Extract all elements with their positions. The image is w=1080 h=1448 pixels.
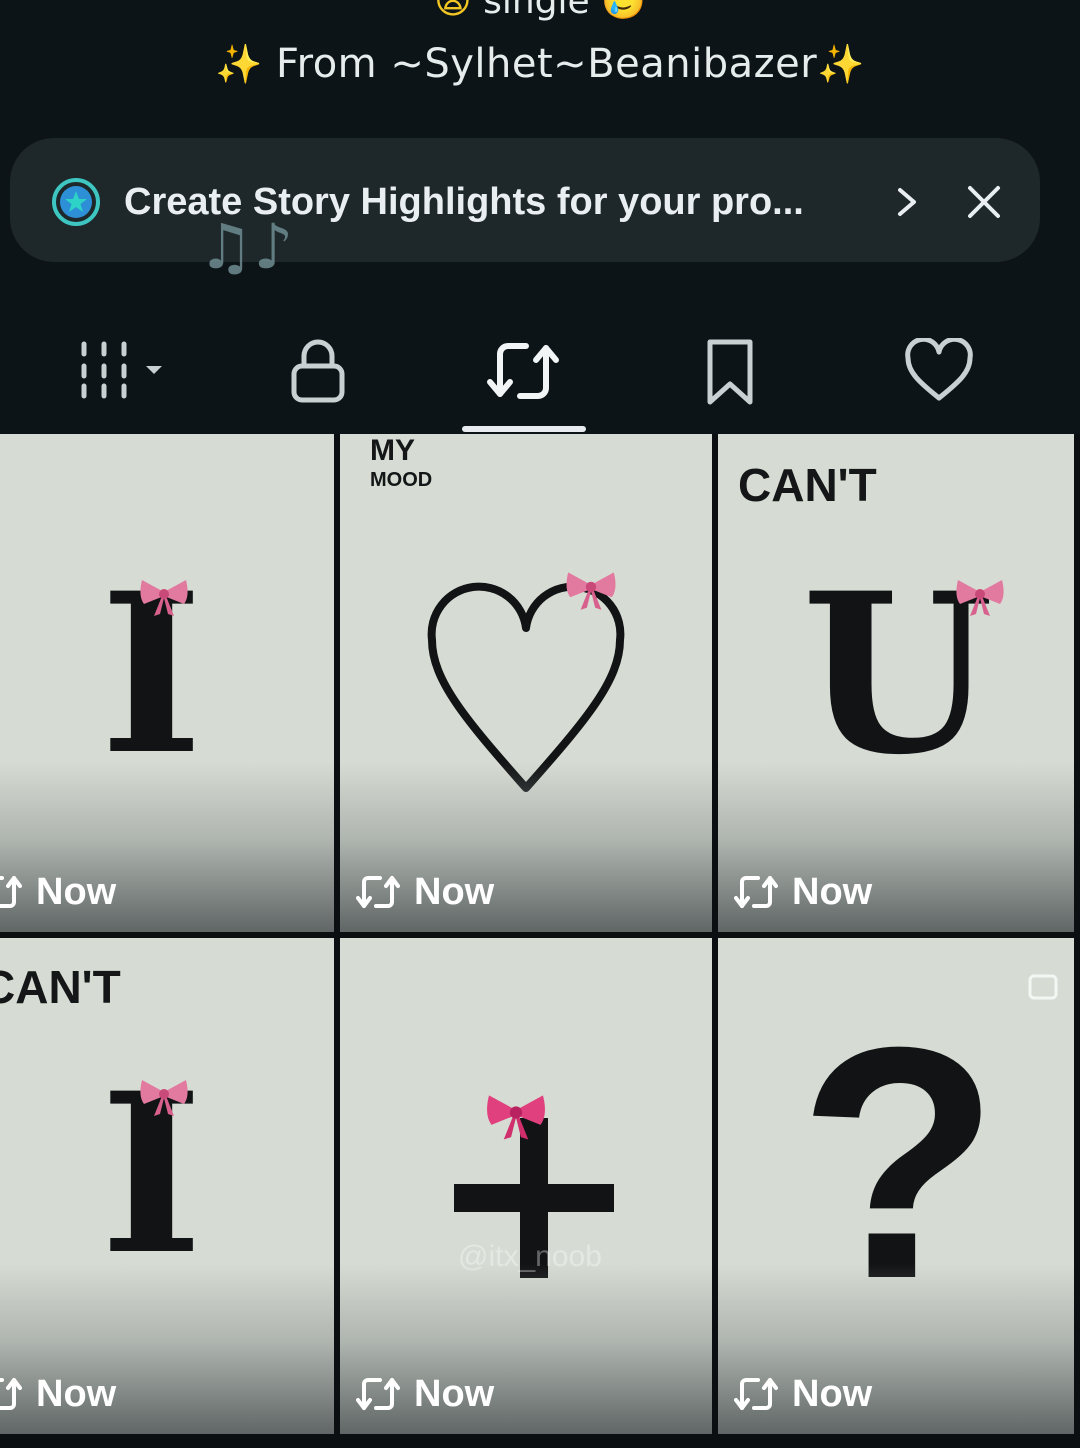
post-time: Now: [36, 871, 117, 913]
repost-icon: [356, 876, 400, 908]
tab-liked[interactable]: [890, 318, 990, 428]
repost-icon: [356, 1378, 400, 1410]
repost-icon: [734, 876, 778, 908]
grid-menu-icon: [81, 341, 162, 399]
lock-icon: [291, 339, 345, 403]
pink-bow-icon: [140, 1080, 188, 1116]
post-caption: CAN'T: [0, 961, 121, 1013]
post-caption-sub: MOOD: [370, 469, 433, 491]
post-footer: Now: [356, 870, 494, 914]
post-tile[interactable]: CAN'T U Now: [718, 434, 1074, 932]
post-footer: Now: [0, 870, 116, 914]
post-time: Now: [792, 871, 873, 913]
post-time: Now: [414, 1373, 495, 1415]
repost-grid: I Now MY MOOD Now CAN'T U Now AN'T I Now…: [0, 434, 1080, 1448]
post-footer: Now: [734, 870, 872, 914]
post-footer: Now: [0, 1372, 116, 1416]
multi-post-icon: [1028, 974, 1058, 1000]
post-tile[interactable]: @itx_noob Now: [340, 938, 712, 1434]
sparkles-icon: ✨: [214, 42, 263, 86]
heart-icon: [905, 338, 973, 401]
active-tab-indicator: [462, 426, 586, 432]
bio-text-location: From ~Sylhet~Beanibazer: [276, 41, 818, 87]
repost-icon: [0, 876, 22, 908]
post-tile[interactable]: I Now: [0, 434, 334, 932]
post-caption: CAN'T: [738, 459, 877, 511]
post-tile[interactable]: CAN'T I Now: [0, 938, 334, 1434]
post-footer: Now: [356, 1372, 494, 1416]
music-notes-icon: ♫♪: [198, 210, 294, 283]
tab-private[interactable]: [270, 318, 370, 428]
post-time: Now: [414, 871, 495, 913]
pink-bow-icon: [566, 572, 616, 610]
bookmark-icon: [707, 339, 753, 405]
star-circle-icon: [52, 178, 100, 226]
tab-reposts[interactable]: [470, 318, 580, 428]
bio-line-1: 😫 single 🥲: [0, 0, 1080, 22]
weary-face-emoji-icon: 😫: [434, 0, 472, 22]
post-time: Now: [792, 1373, 873, 1415]
repost-icon: [487, 343, 559, 399]
post-time: Now: [36, 1373, 117, 1415]
tab-saved[interactable]: [690, 318, 780, 428]
post-footer: Now: [734, 1372, 872, 1416]
post-tile[interactable]: ? Now: [718, 938, 1074, 1434]
pink-bow-icon: [140, 580, 188, 616]
pink-bow-icon: [487, 1095, 545, 1140]
smiling-tear-emoji-icon: 🥲: [601, 0, 646, 22]
chevron-right-icon[interactable]: [892, 184, 922, 220]
close-icon[interactable]: [966, 184, 1002, 220]
post-caption: MY: [370, 434, 415, 467]
tab-grid[interactable]: [60, 318, 190, 428]
repost-icon: [734, 1378, 778, 1410]
bio-line-2: ✨ From ~Sylhet~Beanibazer✨: [0, 40, 1080, 88]
repost-icon: [0, 1378, 22, 1410]
profile-screen: 😫 single 🥲 ✨ From ~Sylhet~Beanibazer✨ Cr…: [0, 0, 1080, 1448]
sparkles-icon: ✨: [817, 42, 866, 86]
pink-bow-icon: [956, 580, 1004, 616]
bio-text-single: single: [483, 0, 590, 22]
post-tile[interactable]: MY MOOD Now: [340, 434, 712, 932]
profile-tabs: [0, 318, 1080, 436]
